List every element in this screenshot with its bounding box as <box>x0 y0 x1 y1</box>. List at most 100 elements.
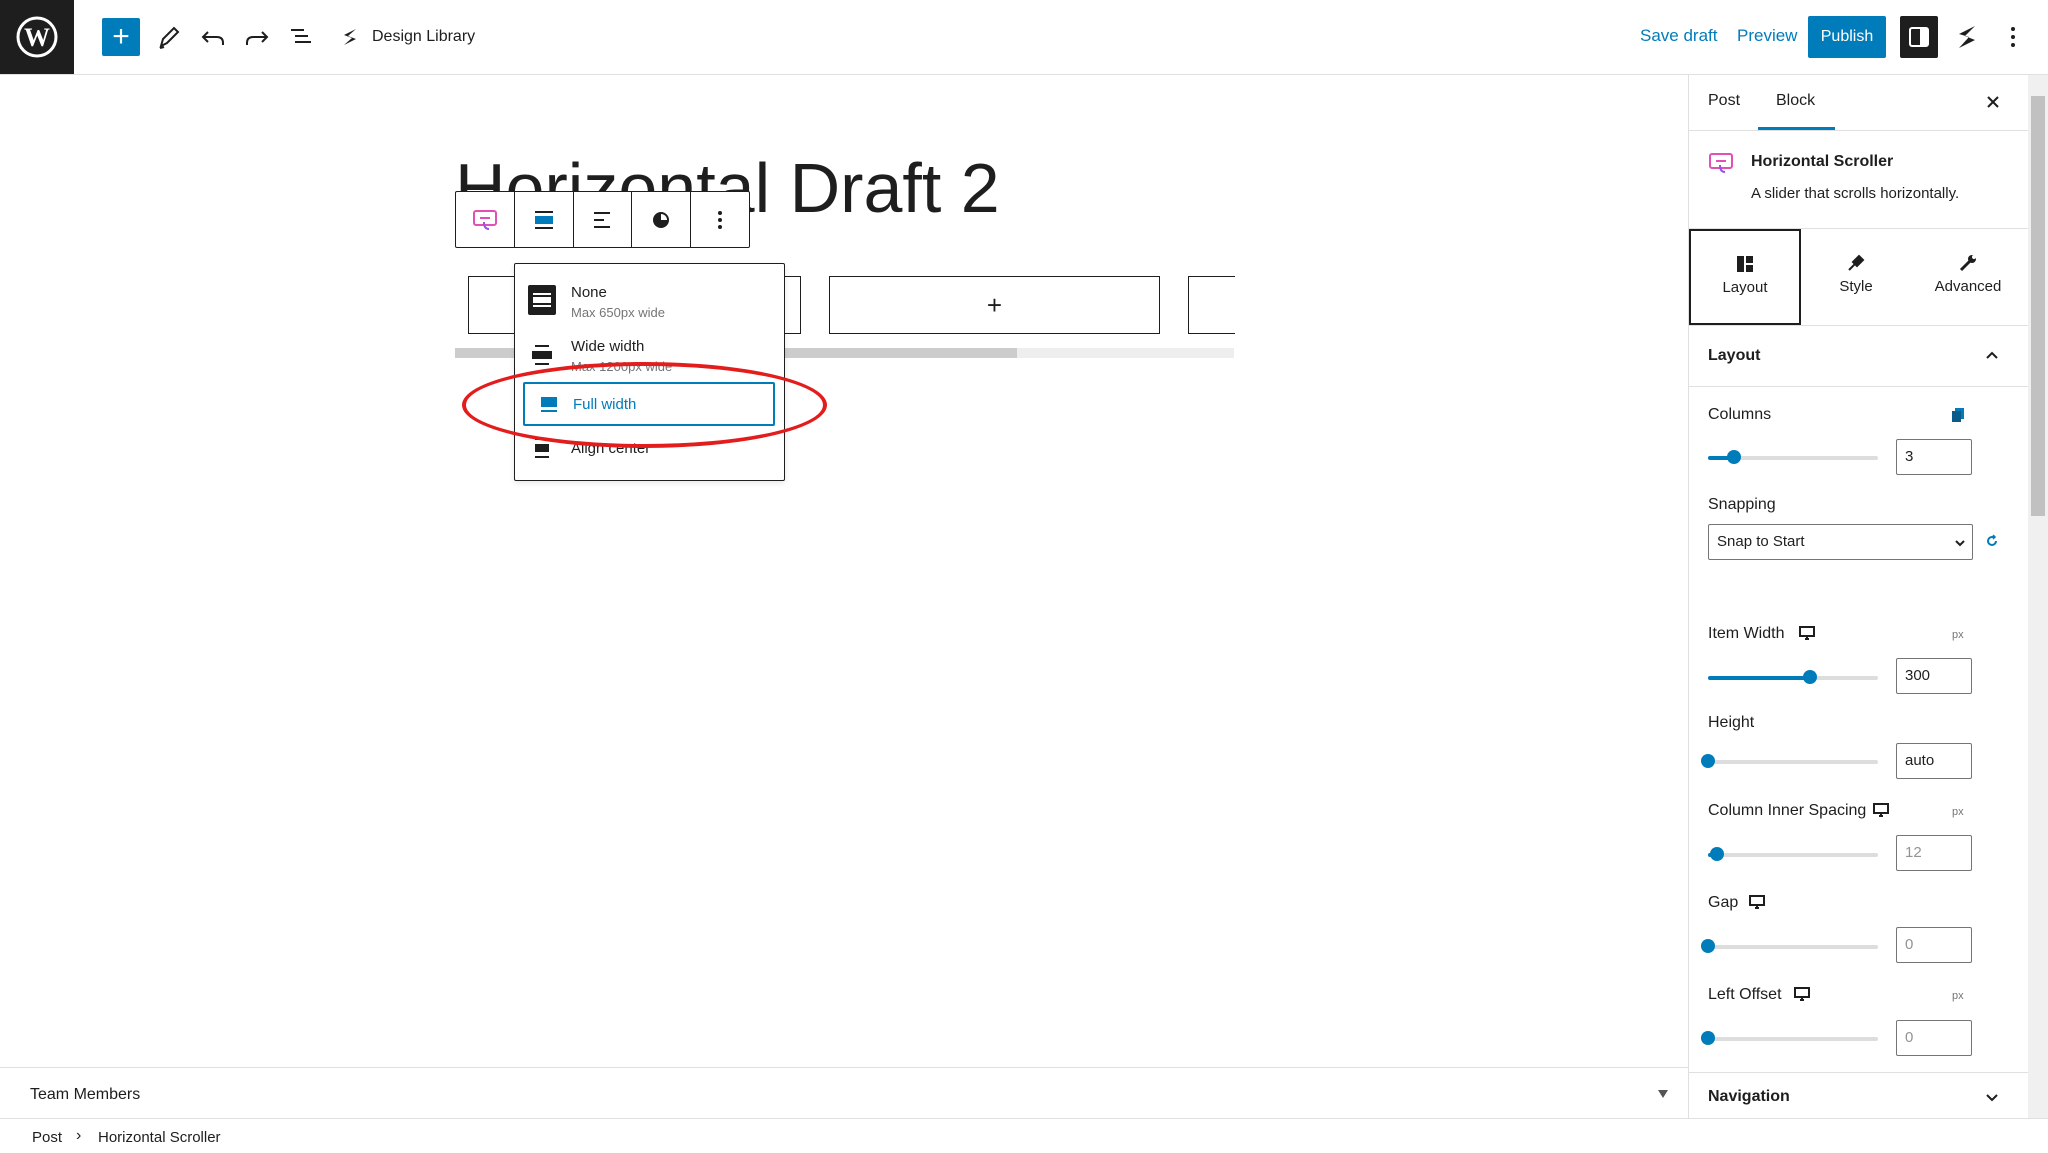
block-options-button[interactable] <box>691 192 749 247</box>
block-name: Horizontal Scroller <box>1751 153 1894 170</box>
snapping-value: Snap to Start <box>1717 533 1805 550</box>
undo-icon[interactable] <box>196 20 230 54</box>
tools-pencil-icon[interactable] <box>152 20 186 54</box>
wordpress-icon: W <box>16 16 58 58</box>
sidebar-panel-icon <box>1909 27 1929 47</box>
align-wide-icon <box>532 345 552 365</box>
desktop-icon[interactable] <box>1799 626 1815 640</box>
align-left-icon <box>594 211 611 228</box>
chevron-down-icon[interactable] <box>1982 1087 2002 1107</box>
item-width-label: Item Width <box>1708 625 1785 642</box>
caret-down-icon[interactable] <box>1656 1088 1670 1100</box>
section-title-navigation[interactable]: Navigation <box>1708 1088 1790 1106</box>
unit-label[interactable]: px <box>1952 990 1964 1002</box>
divider <box>1689 130 2028 131</box>
breadcrumb: Post › Horizontal Scroller <box>0 1118 2048 1153</box>
columns-label: Columns <box>1708 406 1772 423</box>
column-inner-spacing-input[interactable]: 12 <box>1896 835 1972 871</box>
reset-icon[interactable] <box>1984 533 2000 549</box>
panel-tab-label: Layout <box>1722 279 1768 296</box>
more-options-icon[interactable] <box>1996 20 2030 54</box>
design-library-label: Design Library <box>372 28 476 45</box>
unit-label[interactable]: px <box>1952 806 1964 818</box>
columns-input[interactable]: 3 <box>1896 439 1972 475</box>
divider <box>1689 1072 2028 1073</box>
copy-icon[interactable] <box>1950 406 1966 424</box>
gap-label: Gap <box>1708 894 1739 911</box>
plus-icon: + <box>112 20 130 53</box>
scroller-column-3[interactable] <box>1188 276 1235 334</box>
block-toolbar <box>455 191 750 248</box>
left-offset-slider[interactable] <box>1701 1031 1878 1045</box>
add-column-icon: + <box>986 289 1003 320</box>
horizontal-scroller-icon <box>1709 153 1733 173</box>
left-offset-label: Left Offset <box>1708 986 1782 1003</box>
tab-post[interactable]: Post <box>1708 92 1740 110</box>
section-title-layout: Layout <box>1708 347 1761 364</box>
desktop-icon[interactable] <box>1794 987 1810 1001</box>
bottom-panel-title[interactable]: Team Members <box>30 1086 140 1104</box>
top-toolbar: W + Design Library Save draft Preview Pu… <box>0 0 2048 75</box>
content-align-button[interactable] <box>574 192 633 247</box>
stackable-settings-icon[interactable] <box>1950 20 1984 54</box>
divider <box>1689 325 2028 326</box>
align-option-none[interactable]: None Max 650px wide <box>527 284 772 320</box>
panel-tab-style[interactable]: Style <box>1801 230 1911 324</box>
tab-block[interactable]: Block <box>1776 92 1815 110</box>
panel-tab-label: Advanced <box>1934 278 2002 295</box>
brush-icon <box>1848 254 1865 271</box>
svg-text:W: W <box>24 23 50 52</box>
wordpress-logo-button[interactable]: W <box>0 0 74 74</box>
left-offset-input[interactable]: 0 <box>1896 1020 1972 1056</box>
document-overview-icon[interactable] <box>284 20 318 54</box>
breadcrumb-item-block[interactable]: Horizontal Scroller <box>98 1129 221 1146</box>
divider <box>1689 386 2028 387</box>
gap-input[interactable]: 0 <box>1896 927 1972 963</box>
item-width-slider[interactable] <box>1708 670 1878 684</box>
horizontal-scroller-icon <box>472 209 497 230</box>
wrench-icon <box>1959 255 1976 272</box>
settings-toggle-button[interactable] <box>1900 16 1938 58</box>
close-icon[interactable] <box>1982 91 2004 113</box>
desktop-icon[interactable] <box>1873 803 1889 817</box>
highlight-annotation-ellipse <box>462 362 827 448</box>
scroller-column-add[interactable]: + <box>829 276 1160 334</box>
sidebar-scrollbar-thumb[interactable] <box>2031 96 2045 516</box>
item-width-input[interactable]: 300 <box>1896 658 1972 694</box>
redo-icon[interactable] <box>240 20 274 54</box>
breadcrumb-separator: › <box>76 1127 82 1144</box>
unit-label[interactable]: px <box>1952 629 1964 641</box>
panel-tab-label: Style <box>1839 278 1873 295</box>
contrast-icon <box>653 211 670 228</box>
height-slider[interactable] <box>1701 754 1878 768</box>
breadcrumb-item-post[interactable]: Post <box>32 1129 62 1146</box>
add-block-button[interactable]: + <box>102 18 140 56</box>
chevron-down-icon <box>1955 540 1965 547</box>
height-label: Height <box>1708 714 1755 731</box>
save-draft-button[interactable]: Save draft <box>1640 26 1718 46</box>
layout-icon <box>1737 256 1753 272</box>
height-input[interactable]: auto <box>1896 743 1972 779</box>
design-library-button[interactable]: Design Library <box>338 22 475 52</box>
vertical-ellipsis-icon <box>718 210 723 229</box>
preview-button[interactable]: Preview <box>1737 26 1797 46</box>
block-description: A slider that scrolls horizontally. <box>1751 185 1960 202</box>
chevron-up-icon[interactable] <box>1982 345 2002 365</box>
block-type-button[interactable] <box>456 192 515 247</box>
desktop-icon[interactable] <box>1749 895 1765 909</box>
align-block-button[interactable] <box>515 192 574 247</box>
align-option-label: Wide width <box>571 338 645 355</box>
style-button[interactable] <box>632 192 692 247</box>
stackable-logo-icon <box>344 29 356 45</box>
align-option-label: None <box>571 284 607 301</box>
panel-tab-layout[interactable]: Layout <box>1689 229 1801 325</box>
snapping-label: Snapping <box>1708 496 1776 513</box>
align-full-icon <box>534 210 553 229</box>
panel-tab-advanced[interactable]: Advanced <box>1913 230 2023 324</box>
publish-button[interactable]: Publish <box>1808 16 1886 58</box>
align-option-description: Max 650px wide <box>571 305 665 320</box>
gap-slider[interactable] <box>1701 939 1878 953</box>
columns-slider[interactable] <box>1708 450 1878 464</box>
column-inner-spacing-slider[interactable] <box>1708 847 1878 861</box>
snapping-select[interactable]: Snap to Start <box>1708 524 1973 560</box>
